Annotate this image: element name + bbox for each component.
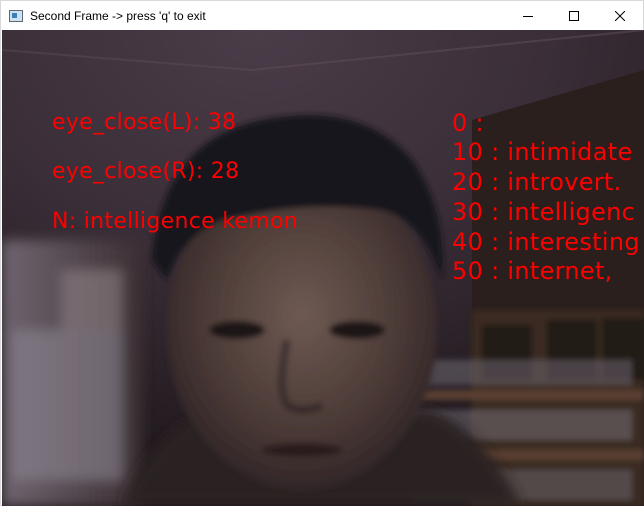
suggestion-item: 30 : intelligenc	[452, 198, 636, 226]
maximize-button[interactable]	[551, 1, 597, 30]
maximize-icon	[569, 10, 579, 21]
title-bar[interactable]: Second Frame -> press 'q' to exit	[1, 1, 643, 30]
minimize-icon	[523, 15, 533, 17]
close-icon	[615, 10, 625, 21]
suggestion-item: 10 : intimidate	[452, 138, 633, 166]
window-title: Second Frame -> press 'q' to exit	[30, 8, 206, 23]
eye-close-left-text: eye_close(L): 38	[52, 110, 237, 135]
minimize-button[interactable]	[505, 1, 551, 30]
camera-frame: eye_close(L): 38 eye_close(R): 28 N: int…	[2, 30, 644, 506]
close-button[interactable]	[597, 1, 643, 30]
app-window: Second Frame -> press 'q' to exit eye_cl…	[0, 0, 644, 506]
suggestion-item: 0 :	[452, 109, 484, 137]
window-controls	[505, 1, 643, 30]
app-icon	[9, 9, 23, 22]
eye-close-right-text: eye_close(R): 28	[52, 159, 240, 184]
suggestion-item: 50 : internet,	[452, 257, 613, 285]
suggestion-item: 40 : interesting	[452, 228, 640, 256]
suggestion-item: 20 : introvert.	[452, 168, 622, 196]
prediction-text: N: intelligence kemon	[52, 209, 299, 234]
